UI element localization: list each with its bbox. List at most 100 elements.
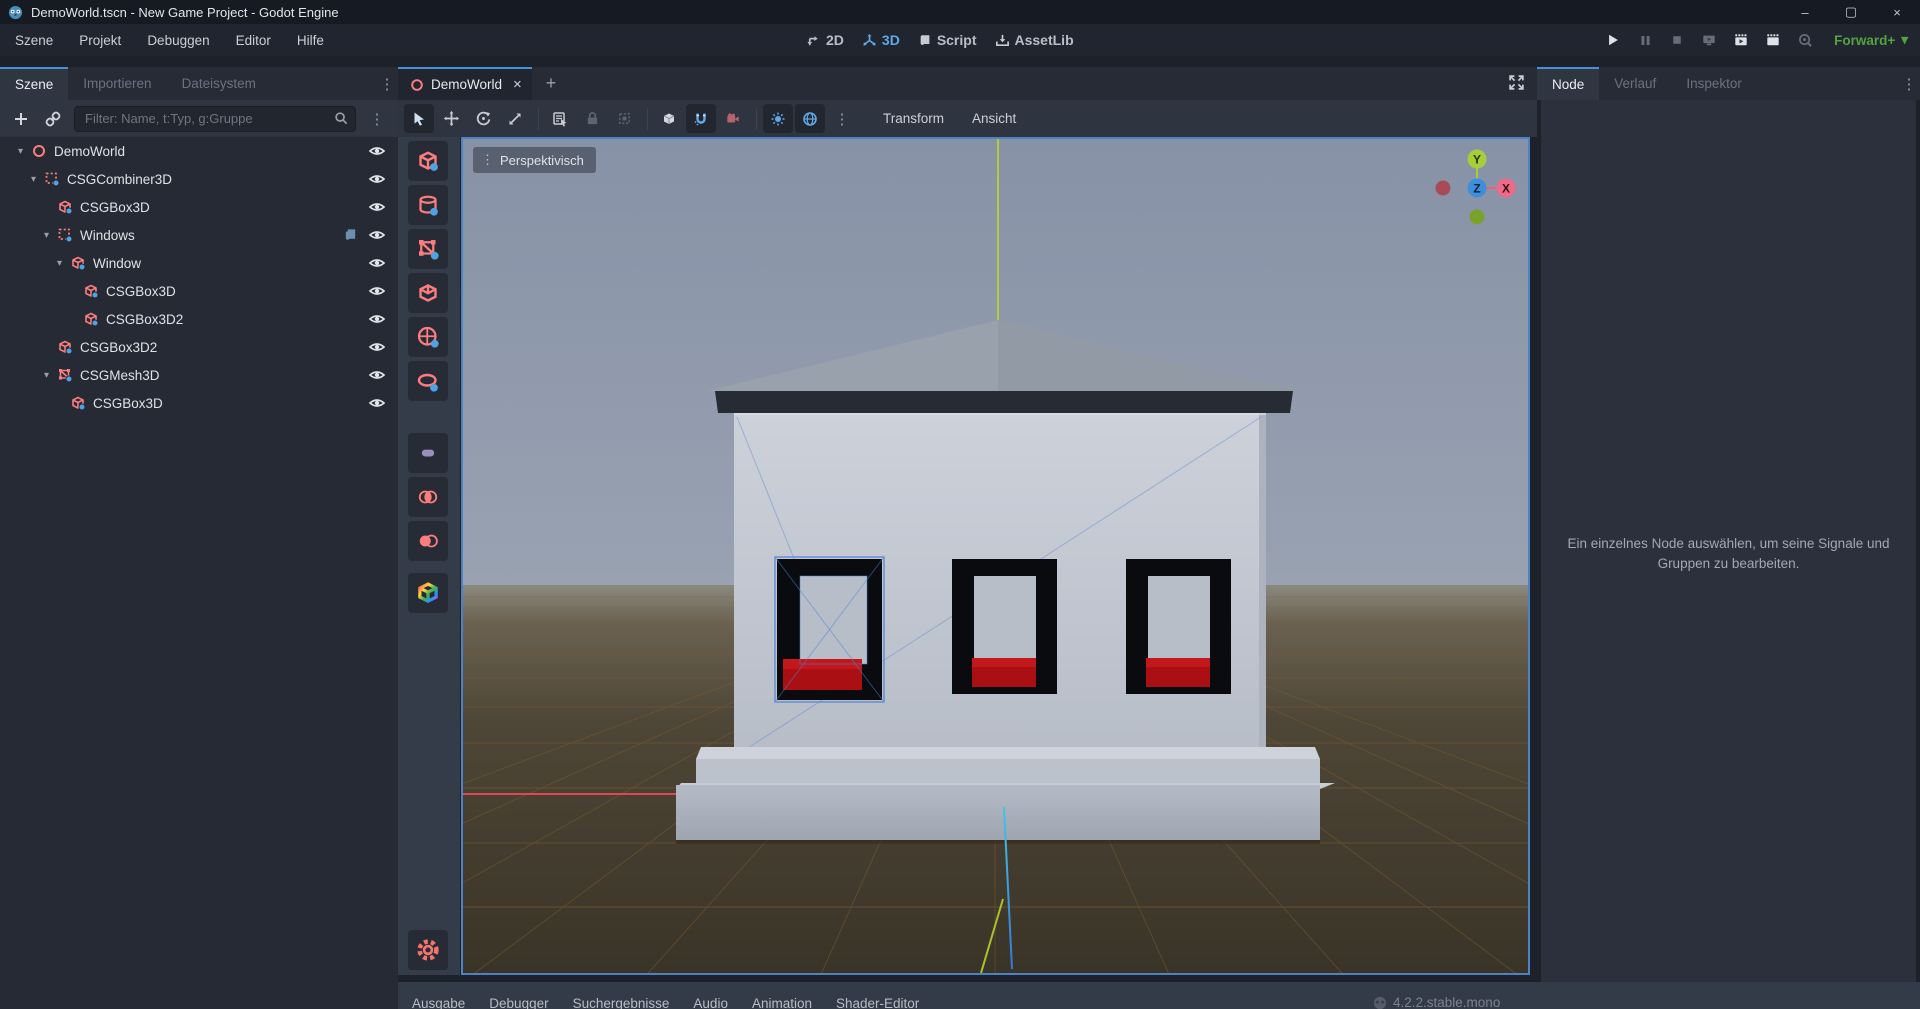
tree-row-csgbox3d2[interactable]: CSGBox3D2	[0, 333, 398, 361]
minimize-button[interactable]: –	[1782, 0, 1828, 24]
tab-dateisystem[interactable]: Dateisystem	[167, 67, 271, 100]
visibility-eye-icon[interactable]	[368, 282, 386, 300]
perspective-menu[interactable]: ⋮ Perspektivisch	[473, 147, 596, 173]
preview-camera-button[interactable]	[718, 104, 748, 133]
visibility-eye-icon[interactable]	[368, 142, 386, 160]
window-1	[775, 557, 884, 702]
tree-options-icon[interactable]: ⋮	[366, 110, 388, 128]
close-button[interactable]: ×	[1874, 0, 1920, 24]
tab-importieren[interactable]: Importieren	[68, 67, 166, 100]
environment-toggle-button[interactable]	[795, 104, 825, 133]
chevron-down-icon[interactable]: ▾	[40, 370, 53, 381]
tab-node[interactable]: Node	[1537, 67, 1599, 100]
menu-szene[interactable]: Szene	[15, 33, 53, 48]
menu-debuggen[interactable]: Debuggen	[147, 33, 209, 48]
visibility-eye-icon[interactable]	[368, 226, 386, 244]
pause-button[interactable]	[1636, 31, 1654, 49]
maximize-button[interactable]: ▢	[1828, 0, 1874, 24]
play-custom-scene-button[interactable]	[1764, 31, 1782, 49]
tab-verlauf[interactable]: Verlauf	[1599, 67, 1671, 100]
tree-row-csgmesh3d[interactable]: ▾ CSGMesh3D	[0, 361, 398, 389]
csg-mesh-button[interactable]	[408, 229, 448, 269]
play-scene-button[interactable]	[1732, 31, 1750, 49]
visibility-eye-icon[interactable]	[368, 310, 386, 328]
csg-polygon-button[interactable]	[408, 273, 448, 313]
bottom-tab-suchergebnisse[interactable]: Suchergebnisse	[573, 996, 670, 1009]
instance-scene-button[interactable]	[40, 106, 66, 132]
settings-gear-button[interactable]	[408, 930, 448, 970]
group-button[interactable]	[609, 104, 639, 133]
csg-box-button[interactable]	[408, 141, 448, 181]
bottom-tab-animation[interactable]: Animation	[752, 996, 812, 1009]
scene-tab-demoworld[interactable]: DemoWorld ×	[398, 67, 532, 100]
transform-menu[interactable]: Transform	[869, 111, 958, 126]
bottom-tab-ausgabe[interactable]: Ausgabe	[412, 996, 465, 1009]
scene-filter-input[interactable]	[74, 106, 356, 132]
stop-button[interactable]	[1668, 31, 1686, 49]
tree-row-window[interactable]: ▾ Window	[0, 249, 398, 277]
viewport-3d[interactable]: ⋮ Perspektivisch Y Z X	[461, 137, 1530, 975]
bottom-tab-shader-editor[interactable]: Shader-Editor	[836, 996, 919, 1009]
dock-options-icon[interactable]: ⋮	[376, 67, 398, 100]
csg-cylinder-button[interactable]	[408, 185, 448, 225]
snap-button[interactable]	[686, 104, 716, 133]
bottom-tab-debugger[interactable]: Debugger	[489, 996, 548, 1009]
bottom-tab-audio[interactable]: Audio	[693, 996, 728, 1009]
lock-button[interactable]	[577, 104, 607, 133]
menu-projekt[interactable]: Projekt	[79, 33, 121, 48]
chevron-down-icon[interactable]: ▾	[53, 258, 66, 269]
chevron-down-icon[interactable]: ▾	[14, 146, 27, 157]
csg-torus-button[interactable]	[408, 361, 448, 401]
gizmo-negative-x	[1436, 181, 1451, 196]
attached-script-icon[interactable]	[343, 227, 358, 243]
workspace-2d[interactable]: 2D	[806, 32, 844, 48]
close-scene-icon[interactable]: ×	[513, 76, 522, 93]
chevron-down-icon[interactable]: ▾	[40, 230, 53, 241]
csg-sphere-button[interactable]	[408, 317, 448, 357]
tree-row-csgcombiner3d[interactable]: ▾ CSGCombiner3D	[0, 165, 398, 193]
visibility-eye-icon[interactable]	[368, 366, 386, 384]
rotate-tool-button[interactable]	[468, 104, 498, 133]
workspace-assetlib[interactable]: AssetLib	[995, 32, 1074, 48]
scale-tool-button[interactable]	[500, 104, 530, 133]
chevron-down-icon[interactable]: ▾	[27, 174, 40, 185]
dock-options-icon[interactable]: ⋮	[1898, 67, 1920, 100]
add-node-button[interactable]	[8, 106, 34, 132]
workspace-3d[interactable]: 3D	[862, 32, 900, 48]
tree-row-csgbox3d2[interactable]: CSGBox3D2	[0, 305, 398, 333]
tree-row-csgbox3d[interactable]: CSGBox3D	[0, 193, 398, 221]
intersection-operation-button[interactable]	[408, 477, 448, 517]
subtraction-operation-button[interactable]	[408, 521, 448, 561]
ansicht-menu[interactable]: Ansicht	[958, 111, 1030, 126]
expand-viewport-icon[interactable]	[1508, 74, 1525, 91]
viewport-3d-scene[interactable]	[463, 139, 1528, 973]
viewport-extra-options-icon[interactable]: ⋮	[831, 110, 853, 128]
select-tool-button[interactable]	[404, 104, 434, 133]
tree-row-csgbox3d[interactable]: CSGBox3D	[0, 389, 398, 417]
list-select-button[interactable]	[545, 104, 575, 133]
tree-row-demoworld[interactable]: ▾ DemoWorld	[0, 137, 398, 165]
workspace-script[interactable]: Script	[918, 32, 977, 48]
tree-row-csgbox3d[interactable]: CSGBox3D	[0, 277, 398, 305]
move-tool-button[interactable]	[436, 104, 466, 133]
material-cube-button[interactable]	[408, 573, 448, 613]
visibility-eye-icon[interactable]	[368, 338, 386, 356]
new-scene-tab-button[interactable]: +	[546, 73, 557, 94]
tab-inspektor[interactable]: Inspektor	[1671, 67, 1757, 100]
visibility-eye-icon[interactable]	[368, 394, 386, 412]
orientation-gizmo[interactable]: Y Z X	[1415, 141, 1540, 241]
visibility-eye-icon[interactable]	[368, 198, 386, 216]
movie-maker-button[interactable]	[1796, 31, 1814, 49]
remote-debug-button[interactable]	[1700, 31, 1718, 49]
menu-hilfe[interactable]: Hilfe	[297, 33, 324, 48]
renderer-select[interactable]: Forward+ ▾	[1834, 32, 1908, 48]
menu-editor[interactable]: Editor	[236, 33, 271, 48]
tree-row-windows[interactable]: ▾ Windows	[0, 221, 398, 249]
local-space-button[interactable]	[654, 104, 684, 133]
sun-toggle-button[interactable]	[763, 104, 793, 133]
play-button[interactable]	[1604, 31, 1622, 49]
visibility-eye-icon[interactable]	[368, 254, 386, 272]
capsule-shape-button[interactable]	[408, 433, 448, 473]
tab-szene[interactable]: Szene	[0, 67, 68, 100]
visibility-eye-icon[interactable]	[368, 170, 386, 188]
